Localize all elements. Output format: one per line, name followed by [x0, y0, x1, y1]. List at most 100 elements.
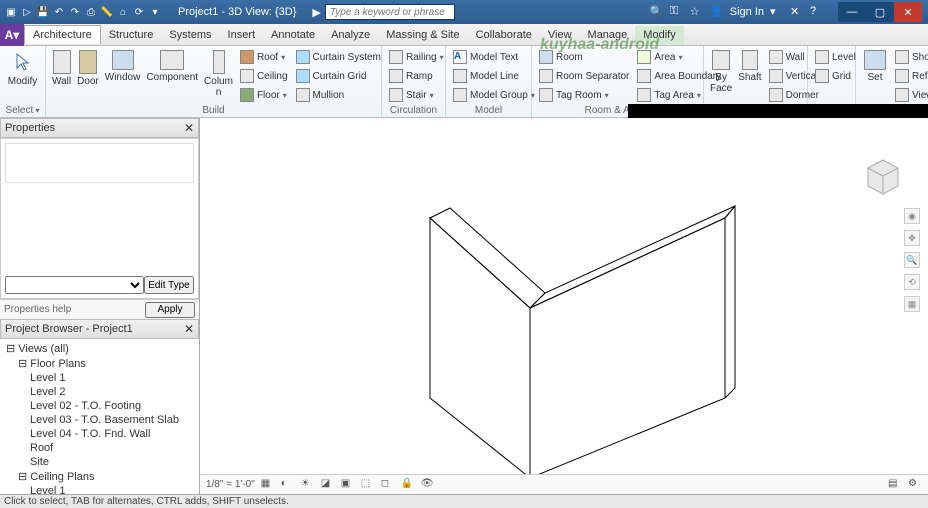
lock-icon[interactable]: 🔒 — [401, 478, 415, 492]
save-icon[interactable]: 💾 — [36, 5, 50, 19]
tree-views-root[interactable]: ⊟ Views (all) — [0, 341, 199, 356]
key-icon[interactable]: ⚿ — [670, 5, 684, 19]
room-button[interactable]: Room — [536, 48, 632, 66]
chevron-right-icon[interactable]: ▶ — [308, 6, 324, 19]
options-icon[interactable]: ⚙ — [908, 478, 922, 492]
tab-architecture[interactable]: Architecture — [24, 25, 101, 44]
nav-wheel-icon[interactable]: ◉ — [904, 208, 920, 224]
tree-level[interactable]: Roof — [0, 441, 199, 455]
binoculars-icon[interactable]: 🔍 — [650, 5, 664, 19]
signin-button[interactable]: Sign In — [730, 6, 764, 18]
close-button[interactable]: ✕ — [894, 2, 922, 22]
tree-level[interactable]: Site — [0, 455, 199, 469]
x-icon[interactable]: ✕ — [790, 5, 804, 19]
properties-header[interactable]: Properties ✕ — [0, 118, 199, 138]
tab-structure[interactable]: Structure — [101, 26, 162, 44]
show-button[interactable]: Show — [892, 48, 928, 66]
apply-button[interactable]: Apply — [145, 302, 195, 318]
dropdown-icon[interactable]: ▾ — [770, 5, 784, 19]
tab-view[interactable]: View — [540, 26, 580, 44]
tree-floor-plans[interactable]: ⊟ Floor Plans — [0, 356, 199, 371]
door-button[interactable]: Door — [75, 48, 101, 89]
ramp-button[interactable]: Ramp — [386, 67, 447, 85]
grid-button[interactable]: Grid — [812, 67, 859, 85]
tag-room-button[interactable]: Tag Room — [536, 86, 632, 104]
sync-icon[interactable]: ⟳ — [132, 5, 146, 19]
viewer-button[interactable]: Viewer — [892, 86, 928, 104]
modify-button[interactable]: Modify — [4, 48, 41, 89]
tab-collaborate[interactable]: Collaborate — [468, 26, 540, 44]
group-label-select[interactable]: Select — [0, 105, 45, 116]
roof-button[interactable]: Roof — [237, 48, 291, 66]
window-button[interactable]: Window — [103, 48, 143, 85]
wall-button[interactable]: Wall — [50, 48, 73, 89]
view-cube[interactable] — [858, 148, 908, 198]
browser-header[interactable]: Project Browser - Project1 ✕ — [0, 319, 199, 339]
model-text-button[interactable]: AModel Text — [450, 48, 538, 66]
tree-ceiling-plans[interactable]: ⊟ Ceiling Plans — [0, 469, 199, 484]
more-icon[interactable]: ▾ — [148, 5, 162, 19]
edit-type-button[interactable]: Edit Type — [144, 276, 194, 294]
curtain-grid-button[interactable]: Curtain Grid — [293, 67, 384, 85]
tab-insert[interactable]: Insert — [220, 26, 264, 44]
browser-tree[interactable]: ⊟ Views (all) ⊟ Floor Plans Level 1 Leve… — [0, 339, 199, 494]
maximize-button[interactable]: ▢ — [866, 2, 894, 22]
nav-cube-icon[interactable]: ▦ — [904, 296, 920, 312]
tree-level[interactable]: Level 1 — [0, 371, 199, 385]
browser-close-icon[interactable]: ✕ — [184, 322, 194, 336]
search-input[interactable] — [325, 4, 455, 20]
ceiling-button[interactable]: Ceiling — [237, 67, 291, 85]
detail-level-icon[interactable]: ▦ — [261, 478, 275, 492]
tab-analyze[interactable]: Analyze — [323, 26, 378, 44]
tree-level[interactable]: Level 04 - T.O. Fnd. Wall — [0, 427, 199, 441]
3d-viewport[interactable]: ◉ ✥ 🔍 ⟲ ▦ — [200, 118, 928, 474]
level-button[interactable]: Level — [812, 48, 859, 66]
ref-plane-button[interactable]: Ref Plane — [892, 67, 928, 85]
open-icon[interactable]: ▷ — [20, 5, 34, 19]
star-icon[interactable]: ☆ — [690, 5, 704, 19]
filter-icon[interactable]: ▤ — [888, 478, 902, 492]
tab-annotate[interactable]: Annotate — [263, 26, 323, 44]
redo-icon[interactable]: ↷ — [68, 5, 82, 19]
crop-icon[interactable]: ⬚ — [361, 478, 375, 492]
room-separator-button[interactable]: Room Separator — [536, 67, 632, 85]
home-icon[interactable]: ⌂ — [116, 5, 130, 19]
render-icon[interactable]: ▣ — [341, 478, 355, 492]
measure-icon[interactable]: 📏 — [100, 5, 114, 19]
crop-show-icon[interactable]: ◻ — [381, 478, 395, 492]
tab-systems[interactable]: Systems — [161, 26, 219, 44]
model-line-button[interactable]: Model Line — [450, 67, 538, 85]
scale-display[interactable]: 1/8" = 1'-0" — [206, 479, 255, 490]
tree-level[interactable]: Level 2 — [0, 385, 199, 399]
component-button[interactable]: Component — [144, 48, 200, 85]
tree-level[interactable]: Level 1 — [0, 484, 199, 494]
print-icon[interactable]: ⎙ — [84, 5, 98, 19]
nav-pan-icon[interactable]: ✥ — [904, 230, 920, 246]
stair-button[interactable]: Stair — [386, 86, 447, 104]
type-selector[interactable] — [5, 276, 144, 294]
column-button[interactable]: Colum n — [202, 48, 235, 100]
properties-help-label[interactable]: Properties help — [4, 304, 71, 315]
nav-zoom-icon[interactable]: 🔍 — [904, 252, 920, 268]
shaft-button[interactable]: Shaft — [736, 48, 763, 85]
floor-button[interactable]: Floor — [237, 86, 291, 104]
mullion-button[interactable]: Mullion — [293, 86, 384, 104]
set-button[interactable]: Set — [860, 48, 890, 85]
tree-level[interactable]: Level 02 - T.O. Footing — [0, 399, 199, 413]
by-face-button[interactable]: By Face — [708, 48, 734, 96]
minimize-button[interactable]: — — [838, 2, 866, 22]
visual-style-icon[interactable]: ◐ — [281, 478, 295, 492]
undo-icon[interactable]: ↶ — [52, 5, 66, 19]
tree-level[interactable]: Level 03 - T.O. Basement Slab — [0, 413, 199, 427]
app-menu-button[interactable]: A▾ — [0, 24, 24, 46]
tab-massing[interactable]: Massing & Site — [378, 26, 467, 44]
tab-modify[interactable]: Modify — [635, 26, 683, 44]
curtain-system-button[interactable]: Curtain System — [293, 48, 384, 66]
tab-manage[interactable]: Manage — [580, 26, 636, 44]
shadows-icon[interactable]: ◪ — [321, 478, 335, 492]
nav-orbit-icon[interactable]: ⟲ — [904, 274, 920, 290]
railing-button[interactable]: Railing — [386, 48, 447, 66]
sun-icon[interactable]: ☀ — [301, 478, 315, 492]
properties-close-icon[interactable]: ✕ — [184, 121, 194, 135]
model-group-button[interactable]: Model Group — [450, 86, 538, 104]
